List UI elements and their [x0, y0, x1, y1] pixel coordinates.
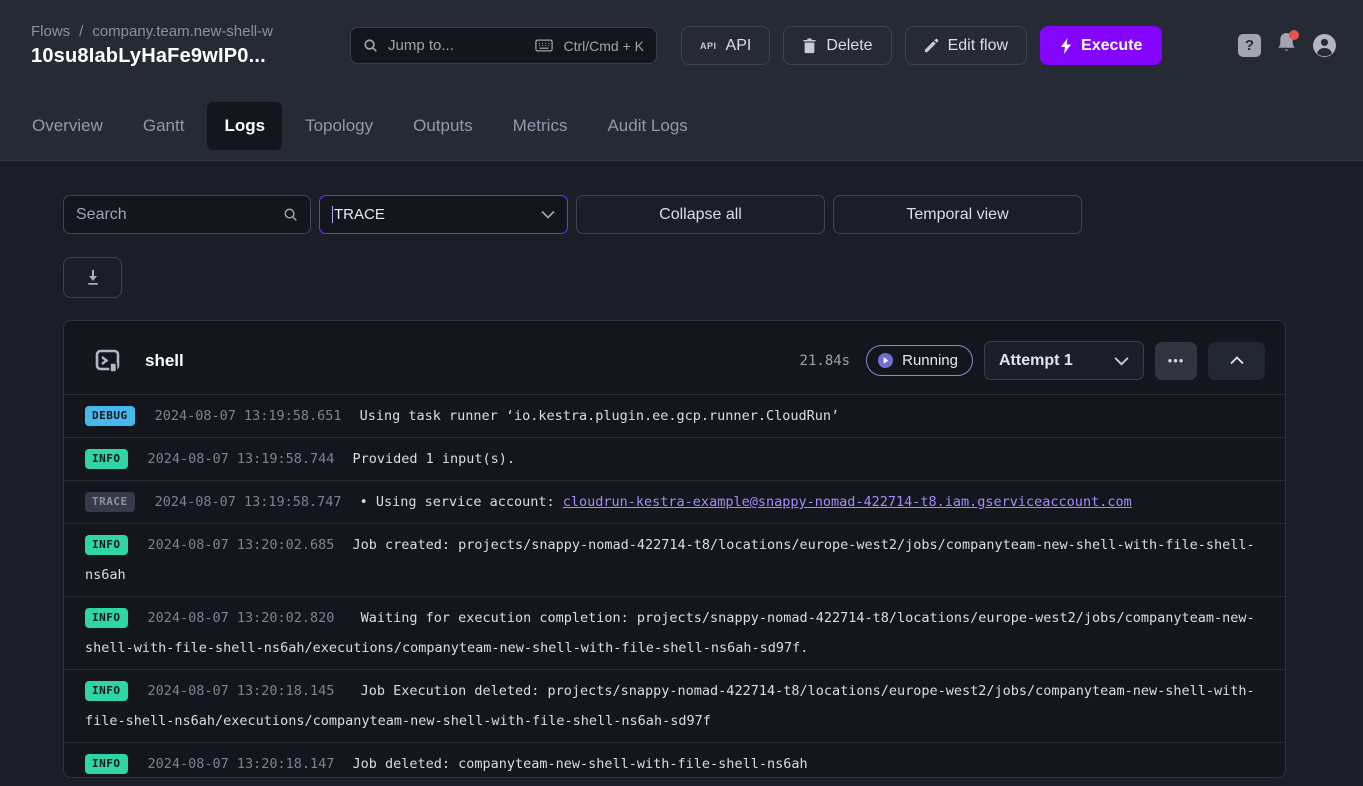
more-options-button[interactable]: •••: [1155, 342, 1197, 380]
status-label: Running: [902, 352, 958, 369]
terminal-icon: [93, 346, 123, 376]
search-icon: [283, 207, 298, 222]
pencil-icon: [924, 38, 939, 53]
attempt-label: Attempt 1: [999, 352, 1073, 370]
log-row: INFO2024-08-07 13:20:02.685Job created: …: [64, 523, 1285, 596]
breadcrumb-separator: /: [79, 23, 83, 40]
play-circle-icon: [877, 352, 894, 369]
chevron-up-icon: [1230, 356, 1244, 365]
edit-flow-button-label: Edit flow: [948, 37, 1008, 55]
tab-overview[interactable]: Overview: [15, 102, 120, 150]
task-panel-header: shell 21.84s Running Attempt 1 •••: [64, 321, 1285, 394]
log-message: Job deleted: companyteam-new-shell-with-…: [352, 756, 807, 772]
filter-row: Search TRACE Collapse all Temporal view: [63, 195, 1363, 234]
page-title: 10su8IabLyHaFe9wIP0...: [31, 45, 326, 68]
tab-outputs[interactable]: Outputs: [396, 102, 490, 150]
breadcrumb: Flows / company.team.new-shell-w: [31, 23, 326, 40]
breadcrumb-namespace[interactable]: company.team.new-shell-w: [92, 23, 273, 40]
download-logs-button[interactable]: [63, 257, 122, 298]
log-search-input[interactable]: Search: [63, 195, 311, 234]
task-name: shell: [145, 351, 184, 371]
keyboard-icon: [535, 39, 553, 52]
log-message: Using task runner ‘io.kestra.plugin.ee.g…: [360, 408, 840, 424]
log-message: • Using service account:: [360, 494, 563, 510]
breadcrumb-flows[interactable]: Flows: [31, 23, 70, 40]
header-actions: API API Delete Edit flow Execute: [681, 26, 1162, 65]
chevron-down-icon: [1114, 356, 1129, 366]
jump-to-shortcut: Ctrl/Cmd + K: [563, 38, 644, 54]
log-timestamp: 2024-08-07 13:20:18.145: [148, 683, 335, 699]
user-avatar[interactable]: [1312, 33, 1337, 58]
execute-button-label: Execute: [1081, 37, 1142, 55]
lightning-icon: [1060, 38, 1072, 54]
text-caret: [332, 206, 333, 223]
log-level-badge: DEBUG: [85, 406, 135, 426]
tab-gantt[interactable]: Gantt: [126, 102, 202, 150]
attempt-selector[interactable]: Attempt 1: [984, 341, 1144, 380]
log-timestamp: 2024-08-07 13:20:02.685: [148, 537, 335, 553]
log-message: Provided 1 input(s).: [352, 451, 515, 467]
log-level-value: TRACE: [334, 206, 385, 223]
jump-to-placeholder: Jump to...: [388, 37, 454, 54]
log-timestamp: 2024-08-07 13:20:02.820: [148, 610, 335, 626]
log-timestamp: 2024-08-07 13:19:58.747: [155, 494, 342, 510]
log-link[interactable]: cloudrun-kestra-example@snappy-nomad-422…: [563, 494, 1132, 510]
task-duration: 21.84s: [800, 353, 851, 369]
delete-button-label: Delete: [826, 37, 872, 55]
tab-audit-logs[interactable]: Audit Logs: [590, 102, 704, 150]
status-badge[interactable]: Running: [866, 345, 973, 376]
top-header: Flows / company.team.new-shell-w 10su8Ia…: [0, 0, 1363, 91]
api-icon: API: [700, 41, 717, 51]
log-level-badge: INFO: [85, 681, 128, 701]
trash-icon: [802, 38, 817, 54]
notification-dot: [1289, 30, 1299, 40]
edit-flow-button[interactable]: Edit flow: [905, 26, 1027, 65]
search-placeholder: Search: [76, 206, 127, 224]
tab-topology[interactable]: Topology: [288, 102, 390, 150]
tab-logs[interactable]: Logs: [207, 102, 282, 150]
tab-metrics[interactable]: Metrics: [496, 102, 585, 150]
help-icon[interactable]: ?: [1238, 34, 1261, 57]
task-panel-controls: 21.84s Running Attempt 1 •••: [800, 341, 1265, 380]
collapse-panel-button[interactable]: [1208, 342, 1265, 380]
log-row: INFO2024-08-07 13:20:18.145 Job Executio…: [64, 669, 1285, 742]
log-rows: DEBUG 2024-08-07 13:19:58.651 Using task r…: [64, 394, 1285, 778]
download-icon: [85, 269, 101, 286]
collapse-all-button[interactable]: Collapse all: [576, 195, 825, 234]
download-row: [63, 257, 1363, 298]
api-button[interactable]: API API: [681, 26, 770, 65]
api-button-label: API: [726, 37, 752, 55]
header-title-block: Flows / company.team.new-shell-w 10su8Ia…: [31, 23, 326, 68]
task-log-panel: shell 21.84s Running Attempt 1 •••: [63, 320, 1286, 778]
log-level-badge: TRACE: [85, 492, 135, 512]
search-icon: [363, 38, 378, 53]
log-level-select[interactable]: TRACE: [319, 195, 568, 234]
log-row: INFO 2024-08-07 13:20:18.147 Job deleted: …: [64, 742, 1285, 778]
execute-button[interactable]: Execute: [1040, 26, 1162, 65]
delete-button[interactable]: Delete: [783, 26, 891, 65]
log-level-badge: INFO: [85, 754, 128, 774]
log-timestamp: 2024-08-07 13:19:58.651: [155, 408, 342, 424]
log-row: DEBUG 2024-08-07 13:19:58.651 Using task r…: [64, 394, 1285, 437]
log-level-badge: INFO: [85, 535, 128, 555]
chevron-down-icon: [541, 210, 555, 219]
log-row: TRACE 2024-08-07 13:19:58.747 • Using serv…: [64, 480, 1285, 523]
execution-tabs: Overview Gantt Logs Topology Outputs Met…: [0, 91, 1363, 161]
log-level-badge: INFO: [85, 449, 128, 469]
notifications-bell-icon[interactable]: [1276, 32, 1297, 59]
log-timestamp: 2024-08-07 13:20:18.147: [148, 756, 335, 772]
temporal-view-button[interactable]: Temporal view: [833, 195, 1082, 234]
log-row: INFO2024-08-07 13:20:02.820 Waiting for …: [64, 596, 1285, 669]
log-row: INFO 2024-08-07 13:19:58.744 Provided 1 in…: [64, 437, 1285, 480]
jump-to-search[interactable]: Jump to... Ctrl/Cmd + K: [350, 27, 657, 64]
collapse-all-label: Collapse all: [659, 206, 742, 224]
logs-content: Search TRACE Collapse all Temporal view: [0, 161, 1363, 778]
log-level-badge: INFO: [85, 608, 128, 628]
temporal-view-label: Temporal view: [906, 206, 1008, 224]
header-icons: ?: [1238, 32, 1337, 59]
log-timestamp: 2024-08-07 13:19:58.744: [148, 451, 335, 467]
